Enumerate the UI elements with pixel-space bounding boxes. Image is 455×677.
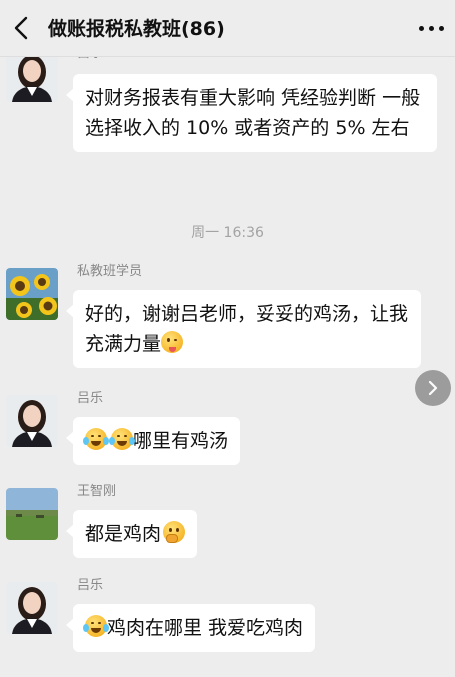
sender-name: 吕乐 <box>77 578 104 593</box>
message-bubble[interactable]: 好的，谢谢吕老师，妥妥的鸡汤，让我充满力量 <box>66 290 421 368</box>
avatar-lvle[interactable] <box>6 50 58 102</box>
message-text: 对财务报表有重大影响 凭经验判断 一般选择收入的 10% 或者资产的 5% 左右 <box>85 87 421 139</box>
tongue-out-emoji <box>161 331 184 353</box>
message-text: 鸡肉在哪里 我爱吃鸡肉 <box>107 617 304 639</box>
chevron-right-icon <box>428 380 438 396</box>
message-bubble[interactable]: 都是鸡肉 <box>65 510 198 558</box>
timestamp: 周一 16:36 <box>191 225 264 241</box>
message-text: 好的，谢谢吕老师，妥妥的鸡汤，让我充满力量 <box>85 303 409 355</box>
next-button[interactable] <box>415 370 451 406</box>
laughing-tears-emoji <box>109 428 135 450</box>
chat-title: 做账报税私教班(86) <box>48 18 225 40</box>
avatar-lvle[interactable] <box>6 395 58 447</box>
avatar-student[interactable] <box>6 268 58 320</box>
sender-name: 私教班学员 <box>77 264 143 279</box>
back-icon[interactable] <box>10 14 34 42</box>
message-bubble[interactable]: 鸡肉在哪里 我爱吃鸡肉 <box>65 604 316 652</box>
title-bar: 做账报税私教班(86) <box>0 0 455 57</box>
message-text: 哪里有鸡汤 <box>133 430 229 452</box>
message-bubble[interactable]: 哪里有鸡汤 <box>65 417 241 465</box>
more-icon[interactable] <box>419 26 445 32</box>
message-bubble[interactable]: 对财务报表有重大影响 凭经验判断 一般选择收入的 10% 或者资产的 5% 左右 <box>66 74 437 152</box>
sender-name: 王智刚 <box>77 484 117 499</box>
avatar-lvle[interactable] <box>6 582 58 634</box>
laughing-tears-emoji <box>83 428 109 450</box>
sender-name: 吕乐 <box>77 391 104 406</box>
thinking-emoji <box>163 521 186 543</box>
avatar-wangzhigang[interactable] <box>6 488 58 540</box>
laughing-tears-emoji <box>83 615 109 637</box>
message-text: 都是鸡肉 <box>85 523 162 545</box>
